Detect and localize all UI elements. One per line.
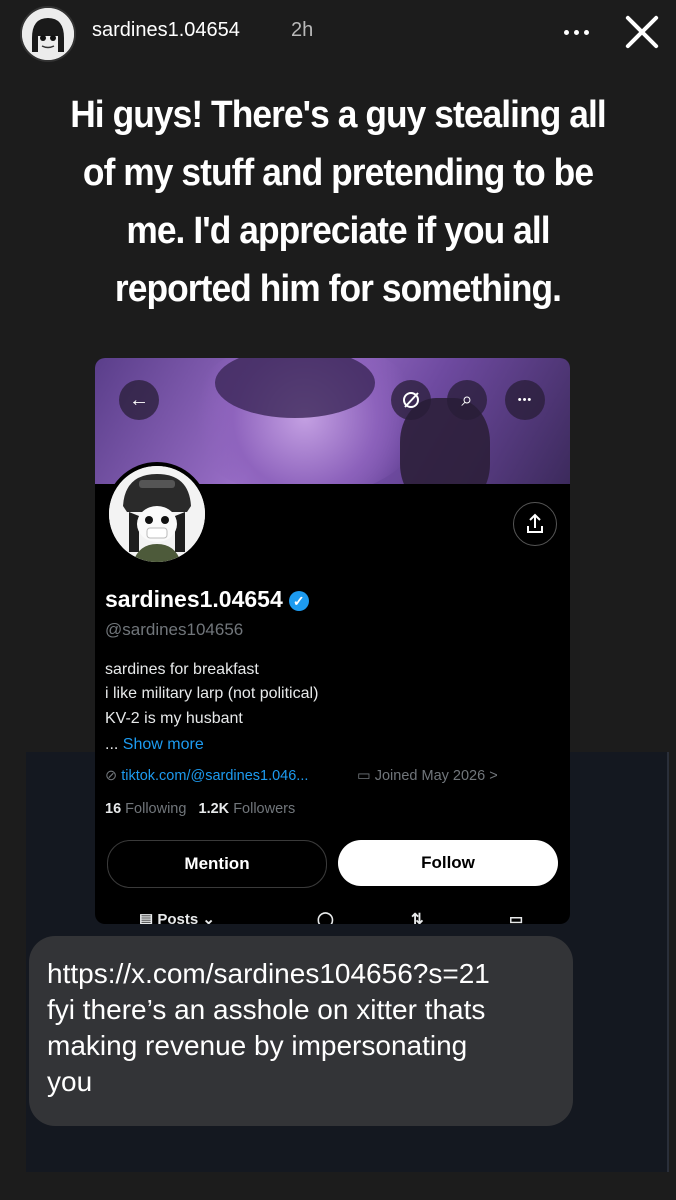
follow-stats: 16 Following 1.2K Followers <box>105 801 295 817</box>
caption-line: of my stuff and pretending to be <box>82 152 594 194</box>
following-count: 16 <box>105 801 122 817</box>
verified-check-icon: ✓ <box>288 590 309 611</box>
story-username[interactable]: sardines1.04654 <box>92 19 240 42</box>
show-more-link: Show more <box>122 736 204 753</box>
avatar-image <box>22 8 74 60</box>
caption-line: me. I'd appreciate if you all <box>126 210 550 252</box>
message-line: you <box>47 1066 93 1097</box>
repost-icon: ⇅ <box>411 911 424 924</box>
reply-icon: ◯ <box>317 911 334 924</box>
follow-button: Follow <box>338 840 558 886</box>
story-view: sardines1.04654 2h Hi guys! There's a gu… <box>0 0 676 1200</box>
joined-date: Joined May 2026 <box>374 768 486 784</box>
more-icon: ••• <box>505 380 545 420</box>
story-timestamp: 2h <box>291 19 314 41</box>
ellipsis-text: ... <box>105 736 119 753</box>
message-text: https://x.com/sardines104656?s=21 fyi th… <box>47 956 567 1100</box>
translate-icon <box>391 380 431 420</box>
display-name-text: sardines1.04654 <box>105 586 283 612</box>
mention-button: Mention <box>107 840 327 888</box>
profile-screenshot: ← ⌕ ••• sardines1.04654 ✓ @sardines104656 <box>95 358 570 924</box>
message-line: fyi there’s an asshole on xitter thats <box>47 994 486 1025</box>
more-horizontal-icon[interactable] <box>560 16 594 46</box>
bio-line: i like military larp (not political) <box>105 685 319 702</box>
media-icon: ▭ <box>509 911 524 924</box>
calendar-icon: ▭ <box>357 768 371 784</box>
caption-line: Hi guys! There's a guy stealing all <box>70 94 607 136</box>
message-line: https://x.com/sardines104656?s=21 <box>47 958 490 989</box>
following-label: Following <box>125 801 187 817</box>
close-icon[interactable] <box>622 12 662 52</box>
tab-posts-label: Posts <box>157 911 199 924</box>
bio-line: sardines for breakfast <box>105 661 259 678</box>
back-arrow-icon: ← <box>119 380 159 420</box>
joined-row: ▭ Joined May 2026 > <box>357 768 498 784</box>
chevron-down-icon: ⌄ <box>202 911 215 924</box>
posts-icon: ▤ <box>139 911 154 924</box>
caption-line: reported him for something. <box>114 268 562 310</box>
bio-line: KV-2 is my husbant <box>105 710 243 727</box>
search-icon: ⌕ <box>447 380 487 420</box>
link-icon: ⊘ <box>105 768 118 784</box>
background-edge <box>667 752 669 1172</box>
profile-tabs: ▤ Posts ⌄ ◯ ⇅ ▭ <box>95 906 570 924</box>
story-caption: Hi guys! There's a guy stealing all of m… <box>52 86 625 318</box>
show-more-row: ... Show more <box>105 736 204 754</box>
profile-display-name: sardines1.04654 ✓ <box>105 586 309 613</box>
profile-link: tiktok.com/@sardines1.046... <box>121 768 309 784</box>
profile-avatar <box>105 462 209 566</box>
followers-count: 1.2K <box>198 801 230 817</box>
profile-link-row: ⊘ tiktok.com/@sardines1.046... <box>105 768 308 784</box>
share-icon <box>513 502 557 546</box>
tab-posts: ▤ Posts ⌄ <box>139 910 215 924</box>
followers-label: Followers <box>233 801 296 817</box>
chevron-right-icon: > <box>489 768 498 784</box>
profile-handle: @sardines104656 <box>105 620 244 639</box>
story-avatar[interactable] <box>20 6 76 62</box>
message-line: making revenue by impersonating <box>47 1030 468 1061</box>
